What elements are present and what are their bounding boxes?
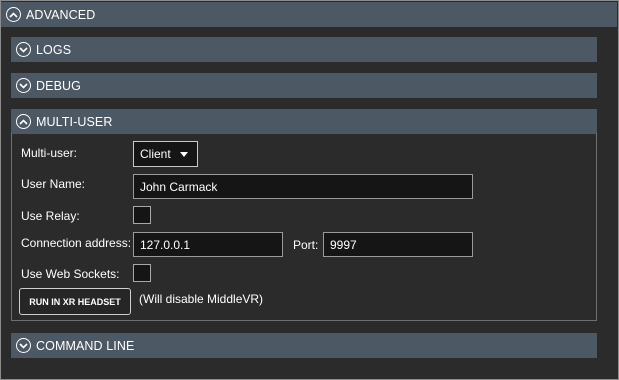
chevron-up-circle-icon: [16, 114, 31, 129]
multi-user-label: Multi-user:: [21, 146, 78, 160]
user-name-label: User Name:: [21, 177, 86, 191]
chevron-up-circle-icon: [6, 7, 21, 22]
section-header-command-line[interactable]: COMMAND LINE: [11, 333, 597, 358]
connection-address-label: Connection address:: [21, 236, 132, 250]
section-label-command-line: COMMAND LINE: [36, 338, 135, 353]
use-web-sockets-checkbox[interactable]: [133, 264, 151, 282]
multi-user-mode-dropdown[interactable]: Client: [133, 141, 198, 167]
port-input[interactable]: 9997: [323, 232, 473, 257]
use-web-sockets-label: Use Web Sockets:: [21, 267, 120, 281]
section-header-multi-user[interactable]: MULTI-USER: [11, 109, 597, 134]
caret-down-icon: [180, 152, 188, 157]
run-note: (Will disable MiddleVR): [139, 292, 264, 306]
section-header-advanced[interactable]: ADVANCED: [1, 2, 617, 27]
user-name-input[interactable]: John Carmack: [133, 174, 473, 199]
section-label-advanced: ADVANCED: [26, 7, 96, 22]
multi-user-mode-value: Client: [140, 147, 171, 161]
run-in-xr-headset-button[interactable]: RUN IN XR HEADSET: [19, 288, 131, 315]
section-header-logs[interactable]: LOGS: [11, 37, 597, 62]
chevron-down-circle-icon: [16, 338, 31, 353]
use-relay-checkbox[interactable]: [133, 206, 151, 224]
chevron-down-circle-icon: [16, 78, 31, 93]
section-label-logs: LOGS: [36, 42, 72, 57]
section-label-debug: DEBUG: [36, 78, 81, 93]
section-header-debug[interactable]: DEBUG: [11, 73, 597, 98]
connection-address-input[interactable]: 127.0.0.1: [133, 232, 283, 257]
section-label-multi-user: MULTI-USER: [36, 114, 113, 129]
port-label: Port:: [293, 238, 319, 252]
use-relay-label: Use Relay:: [21, 209, 80, 223]
chevron-down-circle-icon: [16, 42, 31, 57]
